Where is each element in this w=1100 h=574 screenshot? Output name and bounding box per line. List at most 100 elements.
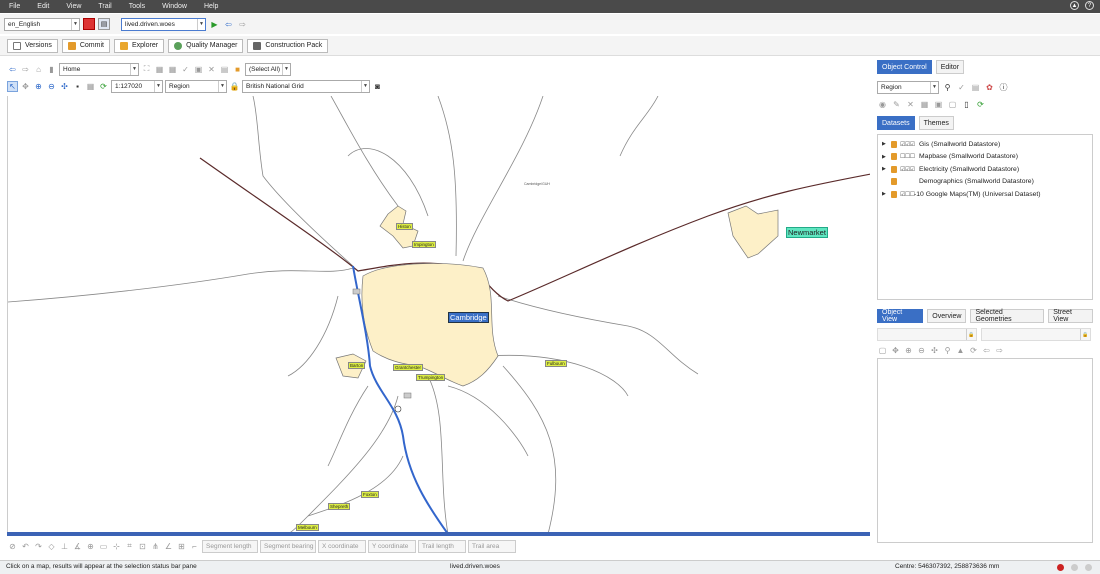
trail-tool-icon[interactable]: ∠ [163,541,174,552]
dataset-row[interactable]: Demographics (Smallworld Datastore) [878,176,1092,189]
forward-icon[interactable]: ⇨ [20,64,31,75]
collapse-icon[interactable]: ▲ [1070,1,1079,10]
tool-icon[interactable]: ✕ [905,99,916,110]
map-label-trumpington[interactable]: Trumpington [416,374,446,381]
eye-icon[interactable]: ◉ [877,99,888,110]
x-coordinate-field[interactable]: X coordinate [318,539,366,553]
document-icon[interactable]: ▯ [961,99,972,110]
refresh-icon[interactable]: ⟳ [975,99,986,110]
zoom-out-icon[interactable]: ⊖ [46,81,57,92]
expand-icon[interactable]: ▶ [882,141,888,147]
select-all-select[interactable]: (Select All) ▼ [245,62,291,76]
menu-help[interactable]: Help [195,3,226,10]
tab-overview[interactable]: Overview [927,309,967,323]
tool-icon[interactable]: ▢ [947,99,958,110]
map-label-barton[interactable]: Barton [348,362,366,369]
map-label-cambridge[interactable]: Cambridge [448,312,489,323]
object-view-field[interactable]: 🔒 [981,328,1091,341]
database-select[interactable]: lived.driven.woes ▼ [121,17,206,31]
tab-street-view[interactable]: Street View [1048,309,1093,323]
tool-icon[interactable]: ▣ [933,99,944,110]
quality-manager-button[interactable]: Quality Manager [168,38,244,53]
trail-tool-icon[interactable]: ⊘ [7,541,18,552]
tab-selected-geometries[interactable]: Selected Geometries [970,309,1045,323]
forward-arrow-icon[interactable]: ⇨ [237,19,248,30]
fit-icon[interactable]: ⛶ [141,64,152,75]
visibility-marks[interactable]: ☑☐☐ [900,191,915,198]
visibility-marks[interactable]: ☐☐☐ [900,153,916,160]
expand-icon[interactable]: ▶ [882,154,888,160]
expand-icon[interactable]: ▶ [882,191,888,197]
trail-tool-icon[interactable]: ⊹ [111,541,122,552]
visibility-marks[interactable]: ☑☑☑ [900,166,916,173]
tool-icon[interactable]: ▦ [919,99,930,110]
menu-window[interactable]: Window [153,3,195,10]
menu-edit[interactable]: Edit [28,3,57,10]
tab-themes[interactable]: Themes [918,116,954,130]
play-icon[interactable]: ▶ [209,19,220,30]
tool-icon[interactable]: ▢ [877,345,888,356]
expand-icon[interactable]: ▶ [882,166,888,172]
forward-icon[interactable]: ⇨ [994,345,1005,356]
map-label-newmarket[interactable]: Newmarket [786,227,828,238]
trail-tool-icon[interactable]: ⊥ [59,541,70,552]
home-select[interactable]: Home ▼ [59,62,139,76]
help-icon[interactable]: ⓘ [998,82,1009,93]
trail-tool-icon[interactable]: ⊞ [176,541,187,552]
tab-object-view[interactable]: Object View [877,309,924,323]
map-label-melbourn[interactable]: Melbourn [296,524,319,531]
trail-area-field[interactable]: Trail area [468,539,516,553]
pan-icon[interactable]: ✥ [890,345,901,356]
help-icon[interactable]: ? [1085,1,1094,10]
dataset-row[interactable]: ▶ ☑☑☑ Electricity (Smallworld Datastore) [878,163,1092,176]
back-icon[interactable]: ⇦ [7,64,18,75]
map-label-grantchester[interactable]: Grantchester [393,364,424,371]
folder-icon[interactable]: ■ [232,64,243,75]
coordinate-system-select[interactable]: British National Grid ▼ [242,79,370,93]
tab-datasets[interactable]: Datasets [877,116,915,130]
tool-icon[interactable]: ✓ [180,64,191,75]
map-canvas[interactable]: Histon Impington Cambridge Newmarket Bar… [7,96,870,534]
trail-tool-icon[interactable]: ⌐ [189,541,200,552]
palette-icon[interactable]: ✿ [984,82,995,93]
stop-icon[interactable] [83,18,95,30]
object-region-select[interactable]: Region ▼ [877,80,939,94]
menu-trail[interactable]: Trail [89,3,119,10]
zoom-in-icon[interactable]: ⊕ [33,81,44,92]
commit-button[interactable]: Commit [61,38,110,53]
tool-icon[interactable]: ▤ [219,64,230,75]
scale-select[interactable]: 1:127020 ▼ [111,79,163,93]
segment-length-field[interactable]: Segment length [202,539,258,553]
map-label-fulbourn[interactable]: Fulbourn [545,360,567,367]
window-icon[interactable]: ▤ [98,18,110,30]
home-icon[interactable]: ⌂ [33,64,44,75]
versions-button[interactable]: Versions [7,38,58,53]
trail-length-field[interactable]: Trail length [418,539,466,553]
check-icon[interactable]: ✓ [956,82,967,93]
menu-file[interactable]: File [0,3,28,10]
map-label-shepreth[interactable]: Shepreth [328,503,351,510]
object-view-field[interactable]: 🔒 [877,328,977,341]
map-label-foxton[interactable]: Foxton [361,491,379,498]
menu-view[interactable]: View [57,3,89,10]
tool-icon[interactable]: ▣ [193,64,204,75]
region-select[interactable]: Region ▼ [165,79,227,93]
segment-bearing-field[interactable]: Segment bearing [260,539,316,553]
zoom-extent-icon[interactable]: ✣ [59,81,70,92]
refresh-icon[interactable]: ⟳ [968,345,979,356]
trail-tool-icon[interactable]: ⋔ [150,541,161,552]
menu-tools[interactable]: Tools [120,3,153,10]
trail-tool-icon[interactable]: ⊡ [137,541,148,552]
dataset-row[interactable]: ▶ ☐☐☐ Mapbase (Smallworld Datastore) [878,151,1092,164]
tool-icon[interactable]: ▦ [167,64,178,75]
explorer-button[interactable]: Explorer [113,38,165,53]
trail-tool-icon[interactable]: ∡ [72,541,83,552]
tool-icon[interactable]: ✎ [891,99,902,110]
tool-icon[interactable]: ▲ [955,345,966,356]
y-coordinate-field[interactable]: Y coordinate [368,539,416,553]
map-label-impington[interactable]: Impington [412,241,436,248]
binoculars-icon[interactable]: ⚲ [942,82,953,93]
dataset-row[interactable]: ▶ ☑☑☑ Gis (Smallworld Datastore) [878,138,1092,151]
pan-icon[interactable]: ✥ [20,81,31,92]
zoom-in-icon[interactable]: ⊕ [903,345,914,356]
